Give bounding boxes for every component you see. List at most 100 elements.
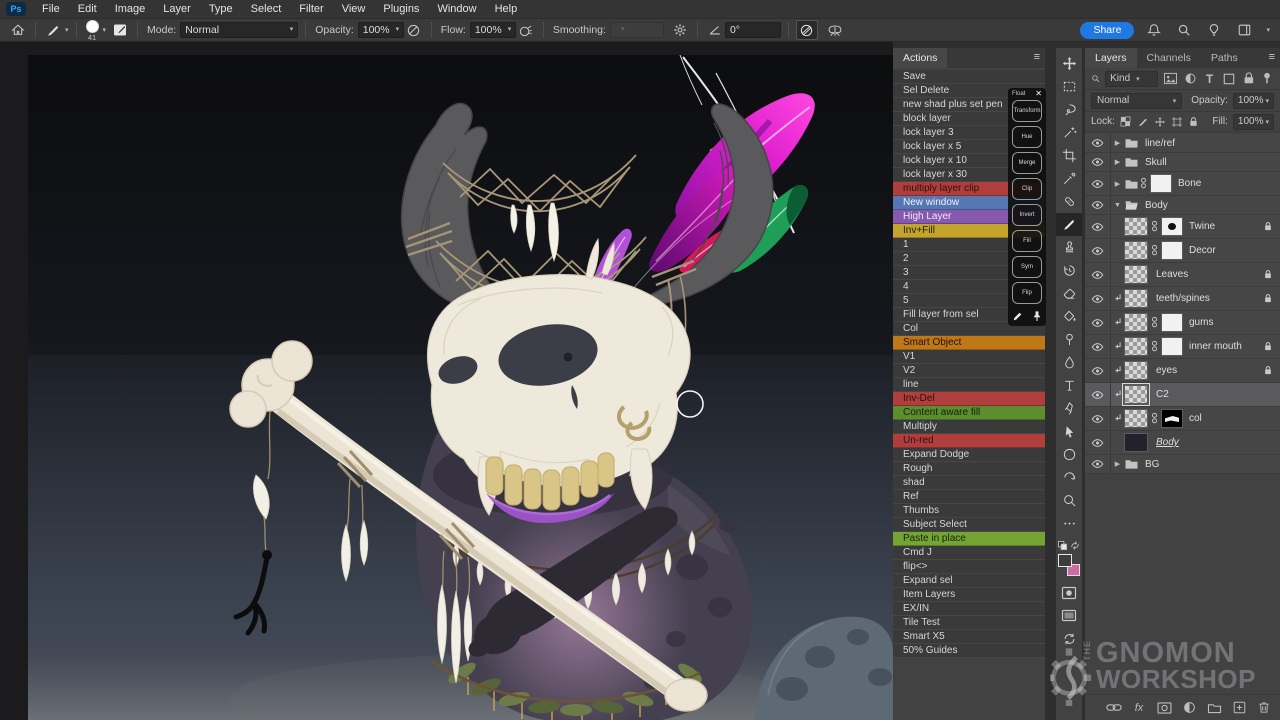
layers-opacity-input[interactable]: 100% ▾	[1233, 93, 1274, 109]
pencil-icon[interactable]	[1012, 309, 1023, 327]
preset-caret-icon[interactable]: ▾	[65, 26, 69, 34]
dodge-tool[interactable]	[1056, 328, 1082, 351]
layer-thumbnail[interactable]	[1124, 361, 1148, 380]
object-selection-tool[interactable]	[1056, 121, 1082, 144]
flow-input[interactable]: 100% ▾	[470, 22, 516, 38]
float-button-flip[interactable]: Flip	[1012, 282, 1042, 304]
layer-row-col[interactable]: col	[1085, 407, 1280, 431]
type-tool[interactable]	[1056, 374, 1082, 397]
toggle-brush-panel-icon[interactable]	[110, 20, 130, 40]
action-item[interactable]: Inv-Del	[893, 392, 1045, 406]
expand-arrow-icon[interactable]: ▶	[1111, 139, 1124, 147]
crop-tool[interactable]	[1056, 144, 1082, 167]
more-tools[interactable]	[1056, 512, 1082, 535]
brush-size-preview[interactable]: 41	[86, 20, 99, 41]
opacity-pressure-icon[interactable]	[404, 20, 424, 40]
airbrush-icon[interactable]	[516, 20, 536, 40]
share-button[interactable]: Share	[1080, 22, 1134, 39]
visibility-eye-icon[interactable]	[1085, 215, 1111, 238]
float-button-fill[interactable]: Fill	[1012, 230, 1042, 252]
notifications-bell-icon[interactable]	[1144, 20, 1164, 40]
visibility-eye-icon[interactable]	[1085, 383, 1111, 406]
shape-tool[interactable]	[1056, 443, 1082, 466]
visibility-eye-icon[interactable]	[1085, 359, 1111, 382]
canvas-area[interactable]	[0, 42, 893, 720]
visibility-eye-icon[interactable]	[1085, 431, 1111, 454]
action-item[interactable]: shad	[893, 476, 1045, 490]
tab-layers[interactable]: Layers	[1085, 48, 1137, 68]
menu-edit[interactable]: Edit	[69, 0, 106, 18]
action-item[interactable]: Ref	[893, 490, 1045, 504]
visibility-eye-icon[interactable]	[1085, 407, 1111, 430]
smoothing-options-gear-icon[interactable]	[670, 20, 690, 40]
brush-caret-icon[interactable]: ▾	[103, 26, 107, 34]
layer-thumbnail[interactable]	[1124, 337, 1148, 356]
symmetry-toggle[interactable]	[824, 20, 846, 40]
layer-thumbnail[interactable]	[1124, 313, 1148, 332]
filter-smart-object-icon[interactable]	[1241, 71, 1255, 87]
layer-thumbnail[interactable]	[1124, 265, 1148, 284]
expand-arrow-icon[interactable]: ▶	[1111, 158, 1124, 166]
lock-position-icon[interactable]	[1154, 114, 1166, 130]
layer-row-skull[interactable]: ▶Skull	[1085, 153, 1280, 172]
lock-artboard-icon[interactable]	[1171, 114, 1183, 130]
lasso-tool[interactable]	[1056, 98, 1082, 121]
marquee-tool[interactable]	[1056, 75, 1082, 98]
layers-panel-menu-icon[interactable]: ≡	[1269, 51, 1275, 63]
menu-window[interactable]: Window	[428, 0, 485, 18]
action-item[interactable]: Paste in place	[893, 532, 1045, 546]
layer-row-c2[interactable]: C2	[1085, 383, 1280, 407]
brush-tool[interactable]	[1056, 213, 1082, 236]
default-swap-colors-icons[interactable]	[1058, 541, 1080, 550]
layer-row-teeth-spines[interactable]: teeth/spines	[1085, 287, 1280, 311]
path-selection-tool[interactable]	[1056, 420, 1082, 443]
filter-pixel-layers-icon[interactable]	[1163, 71, 1178, 87]
action-item[interactable]: V1	[893, 350, 1045, 364]
layer-row-body[interactable]: Body	[1085, 431, 1280, 455]
layer-mask-thumbnail[interactable]	[1161, 313, 1183, 332]
history-brush-tool[interactable]	[1056, 259, 1082, 282]
action-item[interactable]: Rough	[893, 462, 1045, 476]
menu-view[interactable]: View	[333, 0, 375, 18]
action-item[interactable]: line	[893, 378, 1045, 392]
quick-mask-button[interactable]	[1056, 581, 1082, 604]
float-button-invert[interactable]: Invert	[1012, 204, 1042, 226]
layer-thumbnail[interactable]	[1124, 241, 1148, 260]
discover-lightbulb-icon[interactable]	[1204, 20, 1224, 40]
float-button-sym[interactable]: Sym	[1012, 256, 1042, 278]
action-item[interactable]: Content aware fill	[893, 406, 1045, 420]
eraser-tool[interactable]	[1056, 282, 1082, 305]
layer-row-line-ref[interactable]: ▶line/ref	[1085, 134, 1280, 153]
action-item[interactable]: Expand Dodge	[893, 448, 1045, 462]
add-layer-mask-icon[interactable]	[1156, 700, 1172, 716]
visibility-eye-icon[interactable]	[1085, 196, 1111, 214]
expand-arrow-icon[interactable]: ▶	[1111, 180, 1124, 188]
action-item[interactable]: Un-red	[893, 434, 1045, 448]
action-item[interactable]: V2	[893, 364, 1045, 378]
mode-select[interactable]: Normal ▾	[180, 22, 298, 38]
opacity-input[interactable]: 100% ▾	[358, 22, 404, 38]
action-item[interactable]: flip<>	[893, 560, 1045, 574]
action-item[interactable]: EX/IN	[893, 602, 1045, 616]
action-item[interactable]: Smart Object	[893, 336, 1045, 350]
action-item[interactable]: Save	[893, 70, 1045, 84]
new-group-icon[interactable]	[1206, 700, 1222, 716]
visibility-eye-icon[interactable]	[1085, 287, 1111, 310]
menu-file[interactable]: File	[33, 0, 69, 18]
layer-mask-thumbnail[interactable]	[1161, 337, 1183, 356]
adjustment-layer-icon[interactable]	[1181, 700, 1197, 716]
pin-icon[interactable]	[1032, 309, 1042, 327]
float-button-clip[interactable]: Clip	[1012, 178, 1042, 200]
layer-mask-thumbnail[interactable]	[1161, 409, 1183, 428]
expand-arrow-icon[interactable]: ▶	[1111, 460, 1124, 468]
lock-all-icon[interactable]	[1188, 114, 1200, 130]
layer-thumbnail[interactable]	[1124, 289, 1148, 308]
hand-tool[interactable]	[1056, 466, 1082, 489]
layer-thumbnail[interactable]	[1124, 433, 1148, 452]
workspace-caret-icon[interactable]: ▾	[1266, 26, 1270, 34]
layer-row-twine[interactable]: Twine	[1085, 215, 1280, 239]
pen-tool[interactable]	[1056, 397, 1082, 420]
move-tool[interactable]	[1056, 52, 1082, 75]
layer-row-gums[interactable]: gums	[1085, 311, 1280, 335]
menu-select[interactable]: Select	[242, 0, 291, 18]
